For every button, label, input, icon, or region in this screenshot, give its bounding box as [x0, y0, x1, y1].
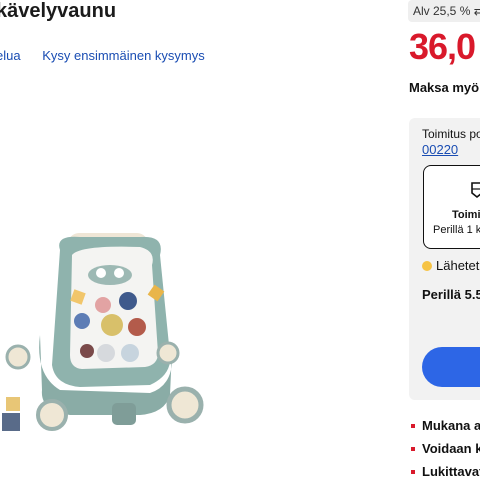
vat-toggle[interactable]: Alv 25,5 % ⇄: [408, 0, 480, 22]
product-links: elua Kysy ensimmäinen kysymys: [0, 48, 223, 63]
product-image[interactable]: [0, 225, 205, 440]
feature-item: Voidaan k: [410, 441, 480, 464]
block-yellow: [6, 397, 20, 411]
arrival-date: Perillä 5.5: [422, 287, 480, 302]
feature-item: Mukana a: [410, 418, 480, 441]
shipping-status: Lähetet: [436, 258, 480, 273]
add-to-cart-button[interactable]: [422, 347, 480, 387]
status-dot: [422, 261, 432, 271]
product-price: 36,0: [409, 26, 476, 67]
delivery-option-title: Toimi: [452, 209, 480, 221]
reviews-link[interactable]: elua: [0, 48, 21, 63]
delivery-option-card[interactable]: [423, 165, 480, 249]
shipping-label: Toimitus pos: [422, 127, 480, 141]
feature-list: Mukana a Voidaan k Lukittavat: [410, 418, 480, 487]
ask-question-link[interactable]: Kysy ensimmäinen kysymys: [42, 48, 205, 63]
delivery-option-eta: Perillä 1 k: [433, 224, 480, 236]
feature-item: Lukittavat: [410, 464, 480, 487]
pay-later-text[interactable]: Maksa myöh: [409, 80, 480, 95]
vat-label: Alv 25,5 %: [413, 4, 471, 18]
product-title: kävelyvaunu: [0, 0, 117, 22]
delivery-box-icon: [471, 182, 480, 199]
block-blue: [2, 413, 20, 431]
postal-code-link[interactable]: 00220: [422, 142, 458, 157]
swap-arrows-icon: ⇄: [473, 4, 480, 18]
